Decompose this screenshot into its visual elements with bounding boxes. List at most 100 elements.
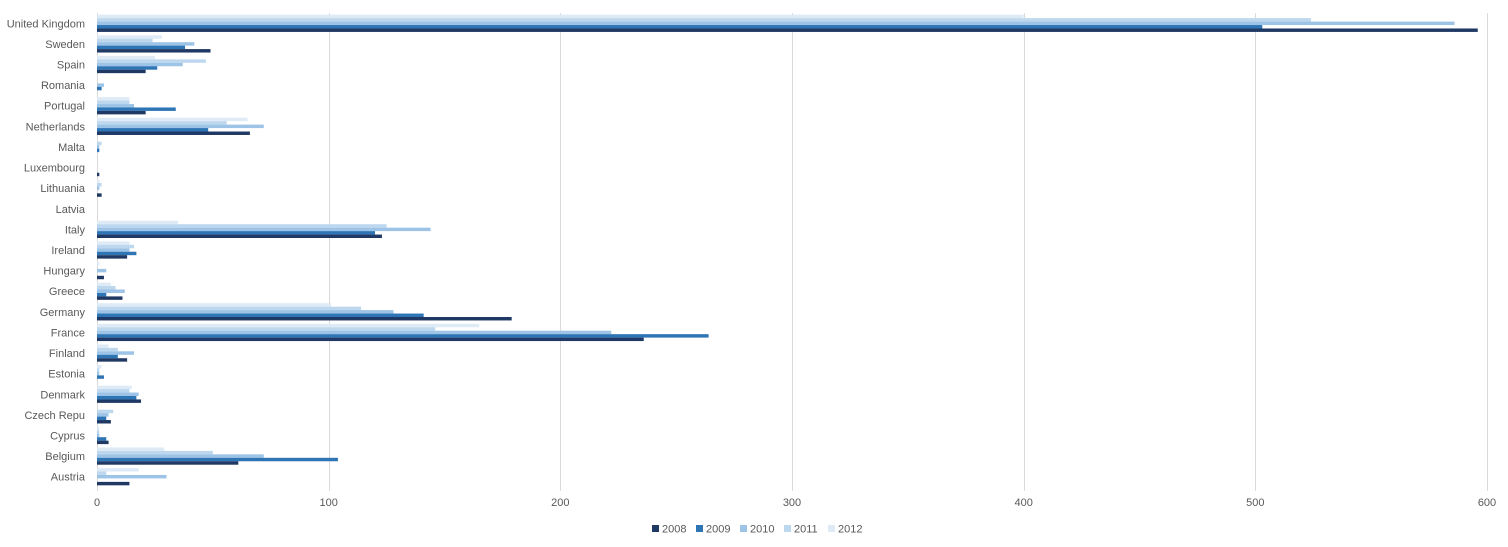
bar-2010-united-kingdom <box>97 21 1455 26</box>
bar-2009-italy <box>97 231 375 235</box>
bar-2009-malta <box>97 148 100 153</box>
bar-2012-united-kingdom <box>97 14 1024 19</box>
bar-2008-denmark <box>97 399 142 403</box>
bar-2012-estonia <box>97 365 102 369</box>
bar-2008-luxembourg <box>97 172 100 177</box>
legend-label: 2009 <box>706 524 730 536</box>
bar-2010-denmark <box>97 392 139 396</box>
x-tick-label: 200 <box>551 497 569 509</box>
bar-2012-ireland <box>97 241 130 245</box>
bar-2011-sweden <box>97 38 153 43</box>
category-labels: United Kingdom Sweden Spain Romania Portugal… <box>7 18 86 483</box>
bar-2008-sweden <box>97 49 211 53</box>
bar-2012-lithuania <box>97 179 100 183</box>
bar-2010-lithuania <box>97 186 100 190</box>
bar-2012-denmark <box>97 385 132 390</box>
category-label: Portugal <box>44 101 85 113</box>
legend[interactable]: 2008 2009 2010 2011 2012 <box>652 524 862 536</box>
bar-2010-spain <box>97 62 183 67</box>
bar-2010-hungary <box>97 268 107 273</box>
category-label: Romania <box>41 80 86 92</box>
bar-2009-belgium <box>97 457 338 462</box>
bar-2012-italy <box>97 220 179 225</box>
legend-label: 2011 <box>794 524 818 536</box>
bar-2008-greece <box>97 296 123 300</box>
category-label: Sweden <box>45 39 85 51</box>
x-tick-label: 0 <box>94 497 100 509</box>
bar-2011-portugal <box>97 100 130 105</box>
x-tick-labels: 0 100 200 300 400 500 600 <box>94 497 1496 509</box>
bar-2011-spain <box>97 59 206 63</box>
bar-2011-united-kingdom <box>97 18 1311 22</box>
legend-item-2010[interactable]: 2010 <box>740 524 774 536</box>
category-label: Luxembourg <box>24 163 85 175</box>
category-label: Belgium <box>45 451 85 463</box>
bar-2012-sweden <box>97 35 162 39</box>
x-tick-label: 600 <box>1478 497 1496 509</box>
bar-2011-denmark <box>97 389 130 393</box>
bar-2010-portugal <box>97 104 135 108</box>
bars <box>97 14 1478 486</box>
bar-2009-cyprus <box>97 437 107 441</box>
bar-2009-ireland <box>97 251 137 256</box>
legend-item-2008[interactable]: 2008 <box>652 524 686 536</box>
bar-2009-portugal <box>97 107 176 111</box>
bar-2012-france <box>97 323 480 328</box>
bar-2012-austria <box>97 468 139 472</box>
category-label: France <box>51 327 85 339</box>
legend-swatch <box>828 525 835 532</box>
category-label: Netherlands <box>26 121 86 133</box>
bar-2008-spain <box>97 69 146 74</box>
bar-2011-france <box>97 327 436 331</box>
bar-2010-belgium <box>97 454 264 458</box>
bar-2009-netherlands <box>97 128 209 132</box>
bar-2011-ireland <box>97 244 135 249</box>
legend-item-2012[interactable]: 2012 <box>828 524 862 536</box>
bar-2008-italy <box>97 234 382 239</box>
bar-2012-hungary <box>97 261 100 266</box>
bar-2012-belgium <box>97 447 165 451</box>
category-label: Spain <box>57 60 85 72</box>
bar-2010-czech-repu <box>97 413 109 417</box>
bar-2011-lithuania <box>97 182 102 187</box>
x-tick-label: 300 <box>783 497 801 509</box>
category-label: Denmark <box>40 389 85 401</box>
bar-2012-cyprus <box>97 426 100 431</box>
legend-item-2009[interactable]: 2009 <box>696 524 730 536</box>
bar-2008-germany <box>97 317 512 321</box>
bar-2009-sweden <box>97 45 186 50</box>
category-label: Finland <box>49 348 85 360</box>
bar-2010-germany <box>97 310 394 314</box>
bar-2010-italy <box>97 227 431 232</box>
bar-2008-cyprus <box>97 440 109 445</box>
category-label: Italy <box>65 224 86 236</box>
bar-2011-finland <box>97 347 118 352</box>
category-label: Hungary <box>43 266 85 278</box>
gridlines <box>97 13 1488 491</box>
bar-2008-netherlands <box>97 131 250 135</box>
bar-2010-ireland <box>97 248 130 252</box>
bar-2012-germany <box>97 303 331 307</box>
bar-2010-austria <box>97 474 167 479</box>
legend-label: 2010 <box>750 524 774 536</box>
bar-2010-cyprus <box>97 433 100 438</box>
bar-2011-austria <box>97 471 107 475</box>
bar-2011-germany <box>97 306 362 311</box>
legend-label: 2008 <box>662 524 686 536</box>
bar-2011-greece <box>97 286 116 290</box>
category-label: Lithuania <box>40 183 86 195</box>
bar-2008-czech-repu <box>97 420 111 424</box>
x-tick-label: 100 <box>319 497 337 509</box>
bar-2011-estonia <box>97 368 100 372</box>
bar-2009-finland <box>97 354 118 359</box>
bar-2009-denmark <box>97 395 137 400</box>
category-label: Estonia <box>48 369 86 381</box>
bar-2008-belgium <box>97 461 239 465</box>
bar-2009-greece <box>97 292 107 297</box>
bar-2011-malta <box>97 141 102 146</box>
category-label: Ireland <box>51 245 85 257</box>
legend-item-2011[interactable]: 2011 <box>784 524 818 536</box>
legend-swatch <box>784 525 791 532</box>
bar-2010-sweden <box>97 42 195 46</box>
legend-swatch <box>652 525 659 532</box>
